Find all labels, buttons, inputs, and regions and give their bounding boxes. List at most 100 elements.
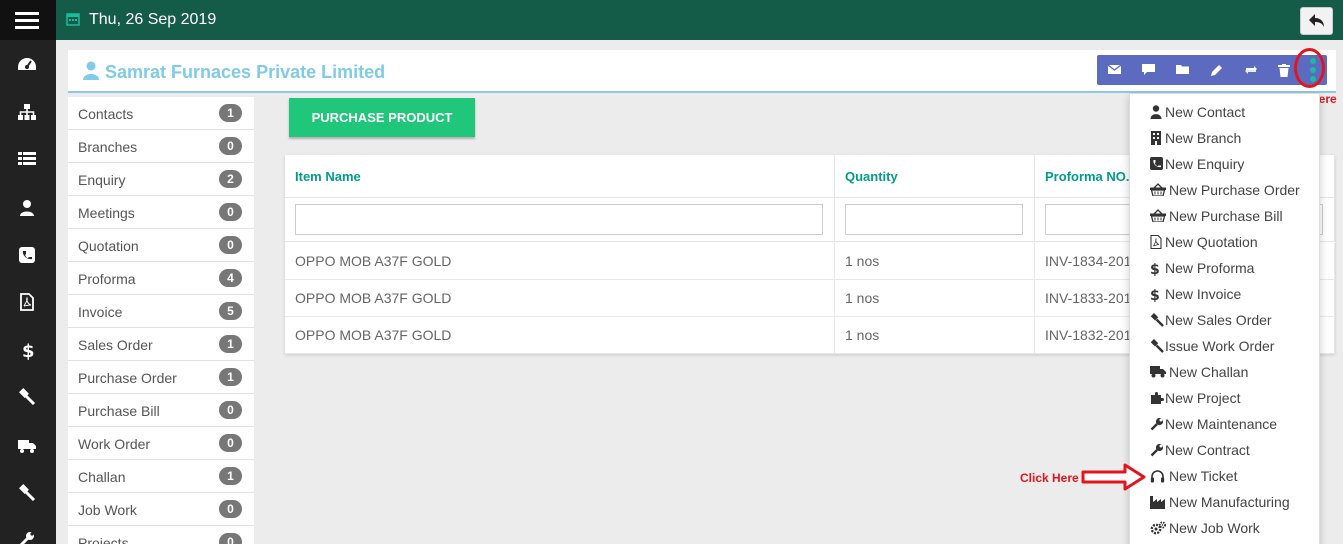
list-item-label: Projects <box>78 535 129 544</box>
record-counts-list: Contacts 1 Branches 0 Enquiry 2 Meetings 0 Quota… <box>68 97 254 544</box>
list-item[interactable]: Work Order 0 <box>68 427 254 460</box>
list-item[interactable]: Sales Order 1 <box>68 328 254 361</box>
menu-item-new-enquiry[interactable]: New Enquiry <box>1130 151 1319 177</box>
refresh-icon <box>1245 66 1257 74</box>
nav-invoice[interactable]: $ <box>0 332 56 365</box>
list-item-label: Enquiry <box>78 172 126 188</box>
menu-item-new-purchase-bill[interactable]: New Purchase Bill <box>1130 203 1319 229</box>
menu-item-label: New Ticket <box>1169 468 1238 484</box>
list-item[interactable]: Contacts 1 <box>68 97 254 130</box>
svg-text:$: $ <box>1150 288 1160 302</box>
folder-icon <box>1176 65 1189 74</box>
menu-item-new-contract[interactable]: New Contract <box>1130 437 1319 463</box>
list-item-label: Purchase Order <box>78 370 177 386</box>
count-badge: 0 <box>219 434 242 452</box>
quantity-filter-input[interactable] <box>845 204 1023 235</box>
comment-button[interactable] <box>1131 55 1165 85</box>
nav-branches[interactable] <box>0 95 56 128</box>
list-item-label: Job Work <box>78 502 137 518</box>
email-button[interactable] <box>1097 55 1131 85</box>
list-item[interactable]: Quotation 0 <box>68 229 254 262</box>
count-badge: 0 <box>219 203 242 221</box>
menu-item-new-contact[interactable]: New Contact <box>1130 99 1319 125</box>
edit-button[interactable] <box>1199 55 1233 85</box>
table-cell: 1 nos <box>835 317 1035 354</box>
comment-icon <box>1142 64 1155 75</box>
nav-work-order[interactable] <box>0 475 56 508</box>
count-badge: 1 <box>219 467 242 485</box>
nav-maintenance[interactable] <box>0 522 56 544</box>
list-item[interactable]: Proforma 4 <box>68 262 254 295</box>
menu-item-label: New Invoice <box>1165 286 1242 302</box>
column-header-item-name[interactable]: Item Name <box>285 155 835 198</box>
menu-item-new-purchase-order[interactable]: New Purchase Order <box>1130 177 1319 203</box>
list-item[interactable]: Purchase Order 1 <box>68 361 254 394</box>
menu-item-new-project[interactable]: New Project <box>1130 385 1319 411</box>
action-toolbar <box>1097 55 1327 85</box>
nav-enquiry[interactable] <box>0 238 56 271</box>
menu-item-label: New Manufacturing <box>1169 494 1290 510</box>
menu-item-label: New Project <box>1165 390 1241 406</box>
menu-item-new-sales-order[interactable]: New Sales Order <box>1130 307 1319 333</box>
column-header-quantity[interactable]: Quantity <box>835 155 1035 198</box>
mail-icon <box>1108 64 1121 74</box>
back-button[interactable] <box>1300 7 1333 35</box>
nav-dashboard[interactable] <box>0 48 56 81</box>
list-item[interactable]: Branches 0 <box>68 130 254 163</box>
menu-item-label: New Maintenance <box>1165 416 1278 432</box>
menu-item-label: New Contract <box>1165 442 1250 458</box>
current-date: Thu, 26 Sep 2019 <box>89 11 217 28</box>
list-item-label: Meetings <box>78 205 135 221</box>
menu-item-new-ticket[interactable]: New Ticket <box>1130 463 1319 489</box>
menu-item-issue-work-order[interactable]: Issue Work Order <box>1130 333 1319 359</box>
menu-item-new-invoice[interactable]: $ New Invoice <box>1130 281 1319 307</box>
menu-item-new-manufacturing[interactable]: New Manufacturing <box>1130 489 1319 515</box>
menu-icon[interactable] <box>0 0 56 40</box>
annotation-click-here-left: Click Here <box>1020 471 1079 485</box>
menu-item-label: New Challan <box>1169 364 1249 380</box>
nav-list[interactable] <box>0 142 56 175</box>
list-item[interactable]: Enquiry 2 <box>68 163 254 196</box>
list-item-label: Sales Order <box>78 337 153 353</box>
nav-challan[interactable] <box>0 428 56 461</box>
count-badge: 0 <box>219 137 242 155</box>
trash-icon <box>1278 64 1290 77</box>
folder-button[interactable] <box>1165 55 1199 85</box>
refresh-button[interactable] <box>1233 55 1267 85</box>
user-icon <box>20 200 34 216</box>
count-badge: 4 <box>219 269 242 287</box>
truck-icon <box>18 440 36 453</box>
nav-contacts[interactable] <box>0 191 56 224</box>
list-item-label: Branches <box>78 139 138 155</box>
menu-item-label: New Contact <box>1165 104 1246 120</box>
list-item[interactable]: Meetings 0 <box>68 196 254 229</box>
menu-item-label: New Enquiry <box>1165 156 1245 172</box>
menu-item-new-branch[interactable]: New Branch <box>1130 125 1319 151</box>
menu-item-new-job-work[interactable]: New Job Work <box>1130 515 1319 541</box>
list-item[interactable]: Purchase Bill 0 <box>68 394 254 427</box>
dollar-icon: $ <box>22 341 35 360</box>
count-badge: 1 <box>219 368 242 386</box>
more-options-menu: New Contact New Branch New Enquiry New Purc… <box>1129 93 1320 544</box>
reply-icon <box>1309 14 1324 27</box>
list-item[interactable]: Challan 1 <box>68 460 254 493</box>
nav-quotation[interactable] <box>0 285 56 318</box>
menu-item-new-maintenance[interactable]: New Maintenance <box>1130 411 1319 437</box>
pencil-icon <box>1211 65 1222 76</box>
count-badge: 0 <box>219 533 242 544</box>
menu-item-new-quotation[interactable]: New Quotation <box>1130 229 1319 255</box>
purchase-product-button[interactable]: PURCHASE PRODUCT <box>289 98 475 137</box>
phone-icon <box>19 247 35 263</box>
count-badge: 5 <box>219 302 242 320</box>
nav-sales-order[interactable] <box>0 379 56 412</box>
menu-item-new-proforma[interactable]: $ New Proforma <box>1130 255 1319 281</box>
menu-item-new-challan[interactable]: New Challan <box>1130 359 1319 385</box>
item-name-filter-input[interactable] <box>295 204 823 235</box>
list-item[interactable]: Projects 0 <box>68 526 254 544</box>
menu-item-label: New Job Work <box>1169 520 1260 536</box>
list-item[interactable]: Invoice 5 <box>68 295 254 328</box>
list-item[interactable]: Job Work 0 <box>68 493 254 526</box>
menu-item-label: New Sales Order <box>1165 312 1272 328</box>
table-cell: 1 nos <box>835 243 1035 280</box>
annotation-arrow-icon <box>1081 463 1146 491</box>
